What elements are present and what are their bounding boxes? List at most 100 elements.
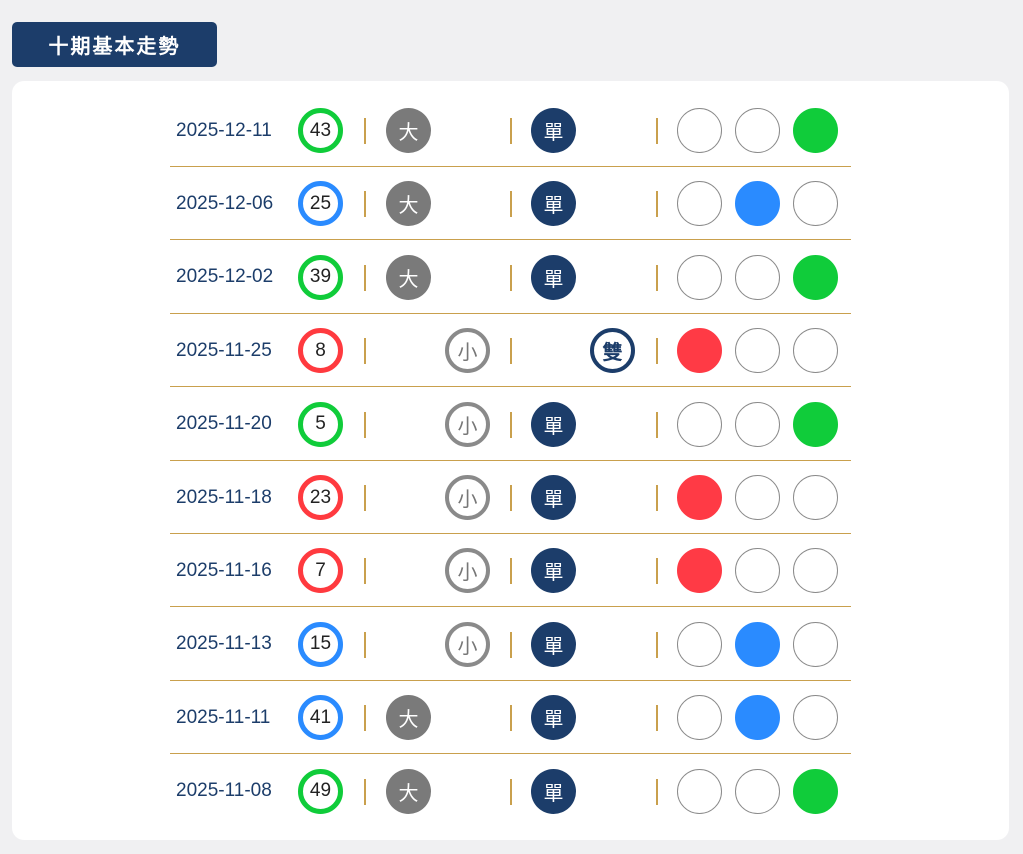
- odd-badge: 單: [531, 254, 576, 300]
- color-dot-green-filled: [793, 254, 838, 300]
- trend-row: 2025-11-11 41 大 單: [170, 681, 851, 755]
- odd-badge: 單: [531, 695, 576, 741]
- color-dot-blue-filled: [735, 181, 780, 227]
- number-ball-blue: 15: [298, 621, 343, 667]
- column-separator: [656, 338, 658, 365]
- column-separator: [510, 118, 512, 144]
- color-dot-green-empty: [793, 181, 838, 227]
- column-separator: [656, 191, 658, 218]
- draw-date: 2025-11-13: [176, 633, 272, 655]
- column-separator: [656, 705, 658, 732]
- section-title-tab[interactable]: 十期基本走勢: [12, 22, 217, 67]
- color-dot-blue-empty: [735, 475, 780, 520]
- column-separator: [656, 264, 658, 291]
- draw-date: 2025-12-06: [176, 192, 274, 214]
- color-dot-green-empty: [793, 621, 838, 667]
- column-separator: [364, 558, 366, 585]
- column-separator: [364, 485, 366, 511]
- color-dot-green-filled: [793, 768, 838, 814]
- big-badge: 大: [386, 768, 431, 814]
- big-badge: 大: [386, 254, 431, 300]
- column-separator: [364, 191, 366, 218]
- color-dot-red-empty: [677, 181, 722, 227]
- odd-badge: 單: [531, 475, 576, 520]
- draw-date: 2025-11-25: [176, 339, 272, 361]
- color-dot-red-filled: [677, 475, 722, 520]
- draw-date: 2025-12-11: [176, 119, 272, 141]
- color-dot-blue-empty: [735, 401, 780, 447]
- number-ball-green: 39: [298, 254, 343, 300]
- odd-badge: 單: [531, 108, 576, 153]
- color-dot-red-filled: [677, 328, 722, 374]
- color-dot-red-empty: [677, 108, 722, 153]
- trend-row: 2025-12-11 43 大 單: [170, 94, 851, 167]
- column-separator: [656, 558, 658, 585]
- column-separator: [510, 778, 512, 805]
- trend-row: 2025-12-06 25 大 單: [170, 167, 851, 241]
- column-separator: [656, 411, 658, 438]
- color-dot-blue-empty: [735, 328, 780, 374]
- color-dot-red-empty: [677, 768, 722, 814]
- color-dot-red-empty: [677, 254, 722, 300]
- color-dot-green-filled: [793, 108, 838, 153]
- color-dot-blue-empty: [735, 254, 780, 300]
- trend-row: 2025-11-08 49 大 單: [170, 755, 851, 828]
- number-ball-red: 7: [298, 548, 343, 594]
- column-separator: [364, 631, 366, 658]
- color-dot-red-empty: [677, 621, 722, 667]
- column-separator: [656, 485, 658, 511]
- draw-date: 2025-11-20: [176, 413, 272, 435]
- small-badge: 小: [445, 475, 490, 520]
- big-badge: 大: [386, 181, 431, 227]
- color-dot-blue-empty: [735, 108, 780, 153]
- column-separator: [364, 264, 366, 291]
- column-separator: [510, 558, 512, 585]
- small-badge: 小: [445, 328, 490, 374]
- column-separator: [364, 705, 366, 732]
- column-separator: [510, 705, 512, 732]
- odd-badge: 單: [531, 768, 576, 814]
- odd-badge: 單: [531, 401, 576, 447]
- number-ball-blue: 41: [298, 695, 343, 741]
- color-dot-blue-empty: [735, 548, 780, 594]
- big-badge: 大: [386, 108, 431, 153]
- column-separator: [510, 191, 512, 218]
- color-dot-red-empty: [677, 401, 722, 447]
- odd-badge: 單: [531, 548, 576, 594]
- column-separator: [656, 778, 658, 805]
- even-badge: 雙: [590, 328, 635, 374]
- draw-date: 2025-11-08: [176, 780, 272, 802]
- column-separator: [510, 411, 512, 438]
- color-dot-blue-filled: [735, 621, 780, 667]
- column-separator: [656, 118, 658, 144]
- column-separator: [510, 264, 512, 291]
- column-separator: [656, 631, 658, 658]
- color-dot-green-empty: [793, 695, 838, 741]
- number-ball-blue: 25: [298, 181, 343, 227]
- column-separator: [364, 411, 366, 438]
- number-ball-green: 43: [298, 108, 343, 153]
- column-separator: [364, 118, 366, 144]
- small-badge: 小: [445, 401, 490, 447]
- trend-card: 2025-12-11 43 大單 2025-12-06 25 大單 2025-12-02 39…: [12, 81, 1009, 840]
- odd-badge: 單: [531, 181, 576, 227]
- trend-row: 2025-11-25 8 小 雙: [170, 314, 851, 388]
- color-dot-green-filled: [793, 401, 838, 447]
- color-dot-blue-empty: [735, 768, 780, 814]
- draw-date: 2025-11-11: [176, 706, 271, 728]
- color-dot-green-empty: [793, 548, 838, 594]
- number-ball-red: 8: [298, 328, 343, 374]
- trend-row: 2025-11-16 7 小單: [170, 534, 851, 608]
- big-badge: 大: [386, 695, 431, 741]
- draw-date: 2025-12-02: [176, 266, 274, 288]
- color-dot-blue-filled: [735, 695, 780, 741]
- color-dot-red-filled: [677, 548, 722, 594]
- color-dot-red-empty: [677, 695, 722, 741]
- number-ball-green: 5: [298, 401, 343, 447]
- small-badge: 小: [445, 621, 490, 667]
- column-separator: [510, 485, 512, 511]
- small-badge: 小: [445, 548, 490, 594]
- color-dot-green-empty: [793, 328, 838, 374]
- number-ball-green: 49: [298, 768, 343, 814]
- column-separator: [364, 778, 366, 805]
